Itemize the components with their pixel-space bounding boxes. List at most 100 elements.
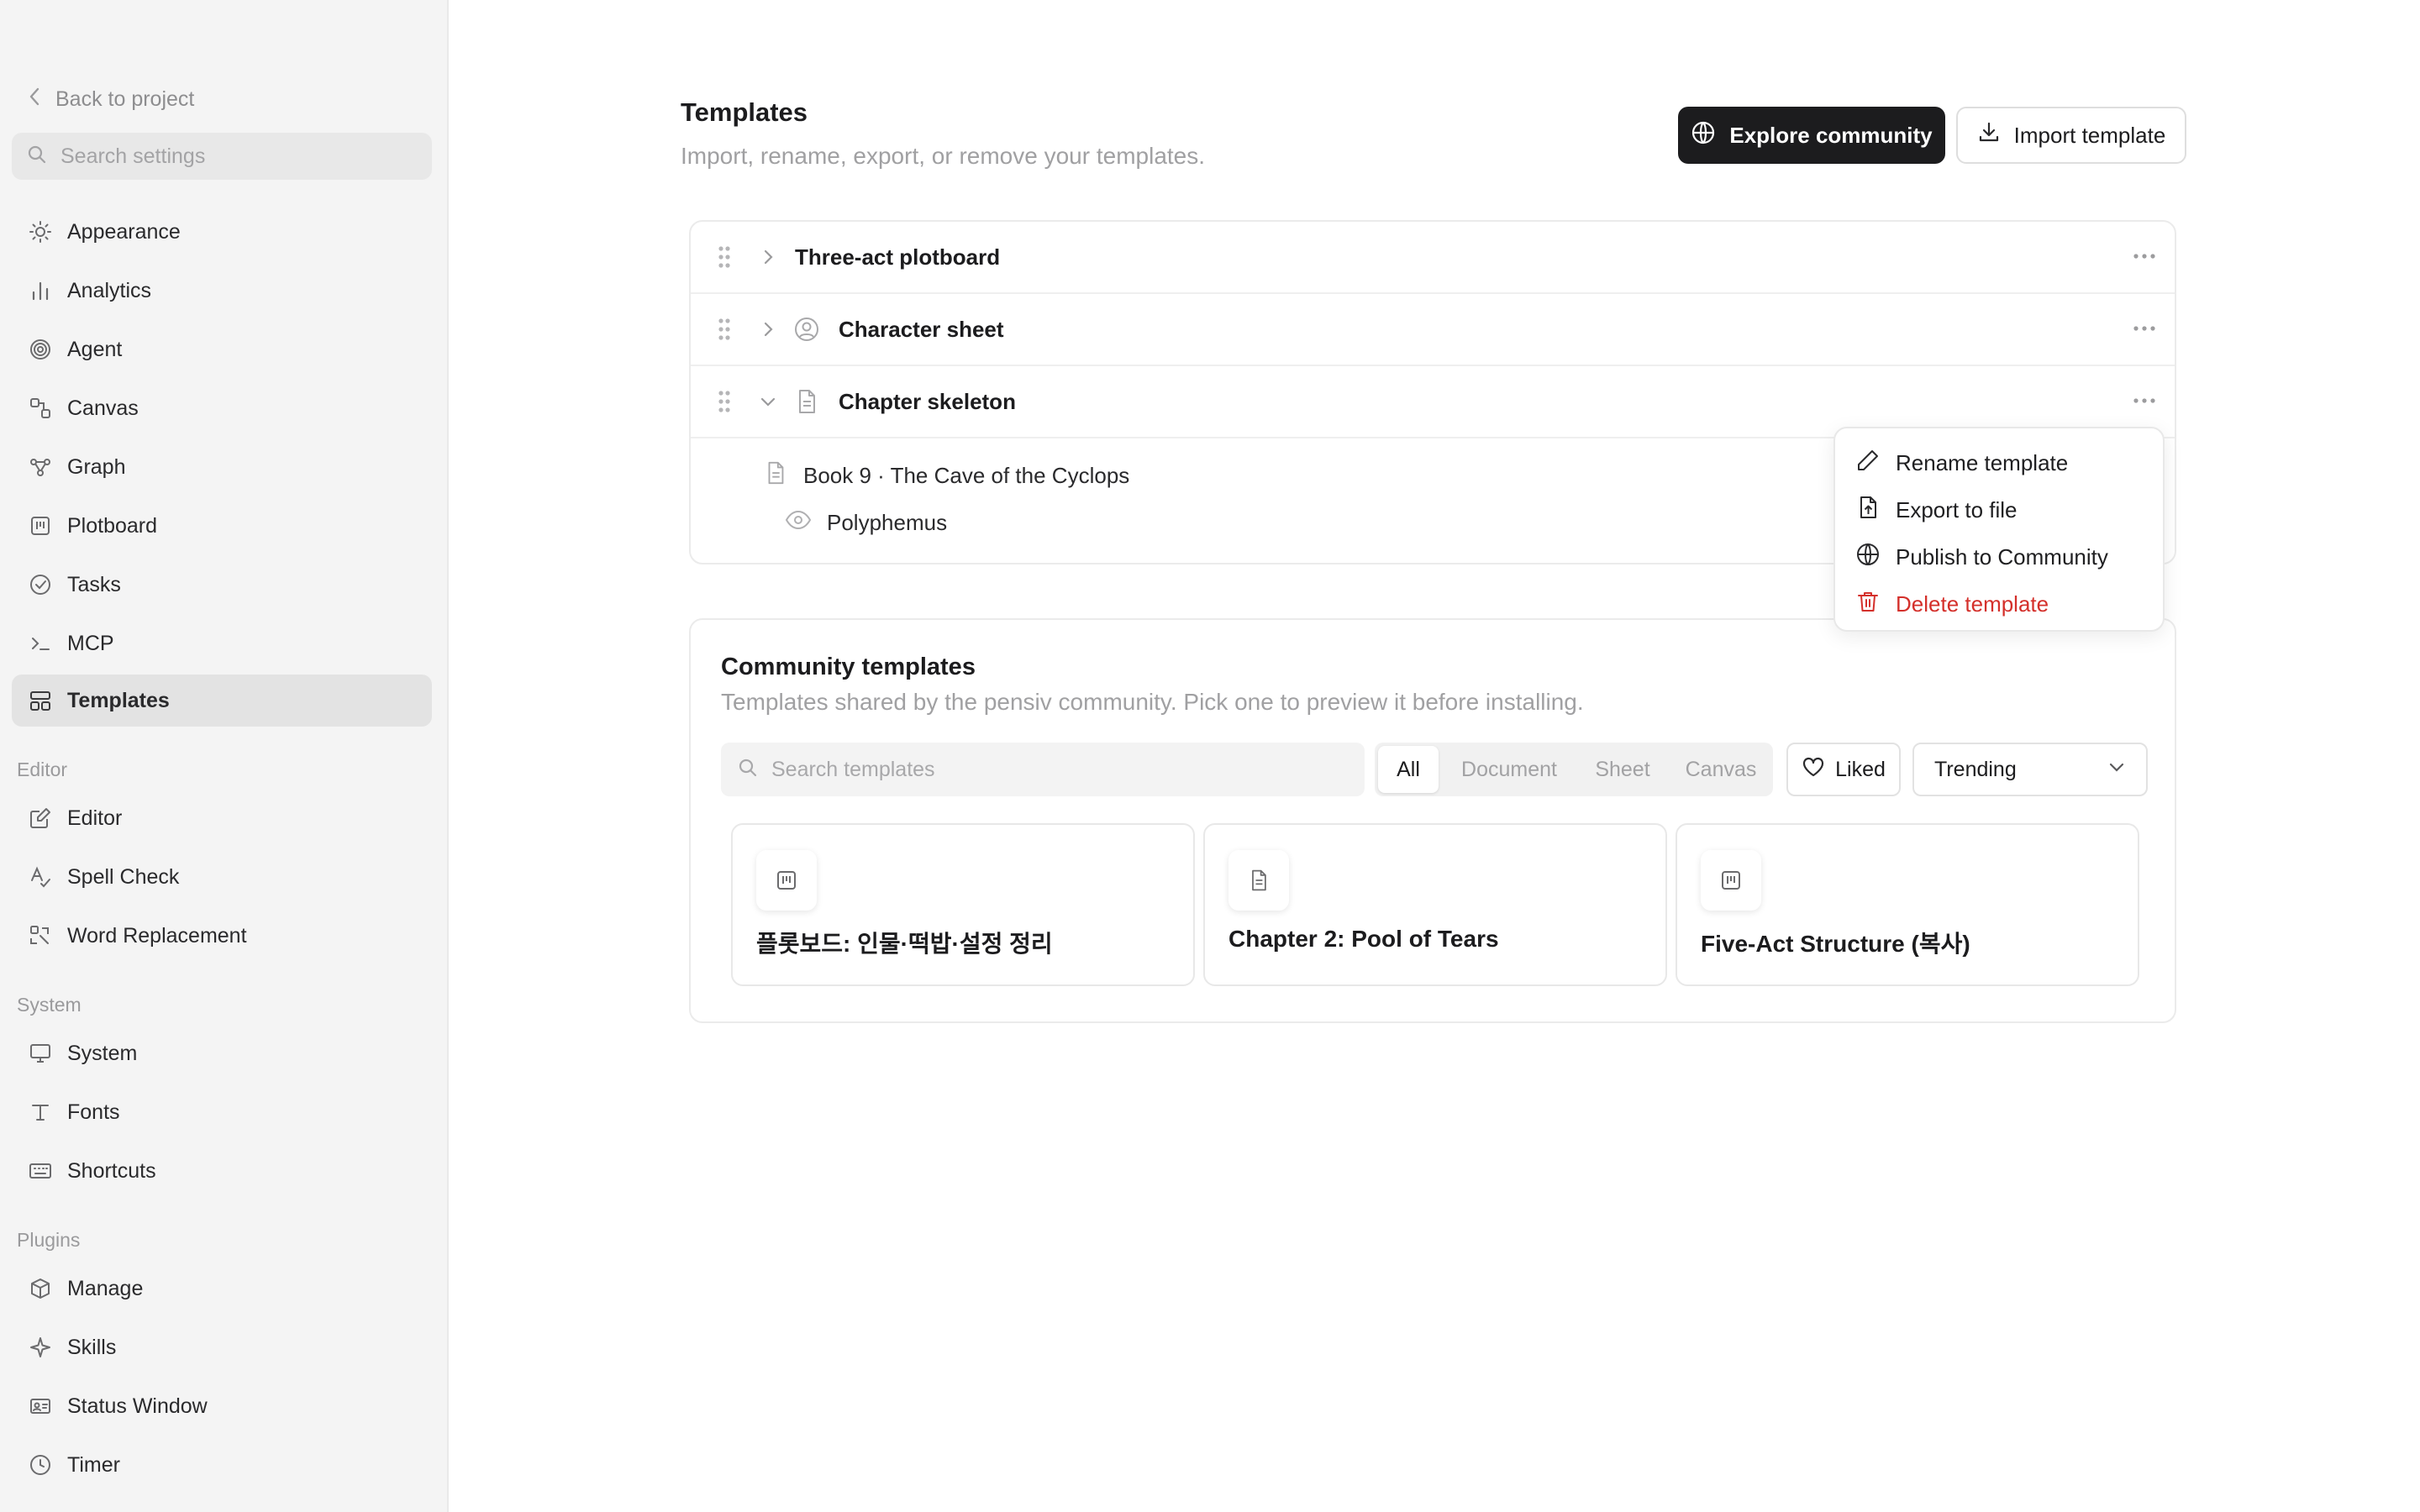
section-heading-plugins: Plugins — [17, 1229, 81, 1251]
sidebar-item-shortcuts[interactable]: Shortcuts — [12, 1145, 432, 1197]
plotboard-icon — [756, 850, 817, 911]
sidebar-item-label: Tasks — [67, 572, 121, 596]
settings-search[interactable] — [12, 133, 432, 180]
sidebar-item-label: Plotboard — [67, 513, 158, 538]
menu-item-delete[interactable]: Delete template — [1850, 581, 2149, 627]
edit-icon — [27, 805, 54, 832]
community-title: Community templates — [721, 654, 976, 680]
globe-icon — [1855, 542, 1881, 573]
template-child-item[interactable]: Polyphemus — [785, 507, 947, 538]
sidebar-item-templates[interactable]: Templates — [12, 675, 432, 727]
more-options-icon[interactable] — [2133, 316, 2156, 345]
child-item-label: Polyphemus — [827, 510, 948, 535]
bar-chart-icon — [27, 277, 54, 304]
template-child-item[interactable]: Book 9 · The Cave of the Cyclops — [763, 460, 1129, 491]
page-title: Templates — [681, 97, 808, 127]
sun-icon — [27, 218, 54, 245]
section-heading-editor: Editor — [17, 759, 68, 780]
search-icon — [27, 144, 47, 169]
terminal-icon — [27, 630, 54, 657]
sidebar-item-analytics[interactable]: Analytics — [12, 265, 432, 317]
drag-handle-icon[interactable] — [718, 245, 731, 273]
sidebar-item-timer[interactable]: Timer — [12, 1439, 432, 1491]
settings-search-input[interactable] — [59, 143, 415, 170]
more-options-icon[interactable] — [2133, 388, 2156, 417]
sidebar-item-canvas[interactable]: Canvas — [12, 382, 432, 434]
plotboard-icon — [27, 512, 54, 539]
community-template-card[interactable]: 플롯보드: 인물·떡밥·설정 정리 — [731, 823, 1195, 986]
document-icon — [793, 388, 820, 419]
sidebar-item-fonts[interactable]: Fonts — [12, 1086, 432, 1138]
download-icon — [1977, 121, 2001, 150]
templates-icon — [27, 687, 54, 714]
check-circle-icon — [27, 571, 54, 598]
sidebar-item-mcp[interactable]: MCP — [12, 617, 432, 669]
sidebar-item-label: System — [67, 1041, 138, 1065]
clock-icon — [27, 1452, 54, 1478]
community-search[interactable] — [721, 743, 1365, 796]
template-name: Chapter skeleton — [839, 388, 1016, 414]
sidebar-item-label: Spell Check — [67, 864, 180, 889]
filter-canvas[interactable]: Canvas — [1672, 746, 1770, 793]
sidebar-item-label: Shortcuts — [67, 1158, 156, 1183]
section-heading-system: System — [17, 994, 82, 1016]
community-subtitle: Templates shared by the pensiv community… — [721, 689, 1584, 715]
back-to-project-link[interactable]: Back to project — [29, 82, 194, 116]
sidebar-item-label: Appearance — [67, 219, 181, 244]
liked-label: Liked — [1835, 757, 1886, 781]
community-template-card[interactable]: Five-Act Structure (복사) — [1676, 823, 2139, 986]
filter-document[interactable]: Document — [1445, 746, 1573, 793]
sidebar-item-plotboard[interactable]: Plotboard — [12, 500, 432, 552]
sidebar-item-system[interactable]: System — [12, 1027, 432, 1079]
sidebar-item-label: Timer — [67, 1452, 120, 1477]
menu-item-rename[interactable]: Rename template — [1850, 440, 2149, 486]
drag-handle-icon[interactable] — [718, 318, 731, 345]
keyboard-icon — [27, 1158, 54, 1184]
template-row[interactable]: Three-act plotboard — [691, 222, 2175, 294]
settings-sidebar: Back to project Appearance Analytics Age… — [0, 0, 449, 1512]
category-filter: All Document Sheet Canvas — [1375, 743, 1773, 796]
sidebar-item-appearance[interactable]: Appearance — [12, 206, 432, 258]
sidebar-item-skills[interactable]: Skills — [12, 1321, 432, 1373]
back-label: Back to project — [55, 87, 195, 111]
search-icon — [738, 758, 758, 782]
sidebar-item-graph[interactable]: Graph — [12, 441, 432, 493]
sort-value: Trending — [1934, 757, 2017, 781]
sidebar-item-label: Skills — [67, 1335, 117, 1359]
template-row[interactable]: Character sheet — [691, 294, 2175, 366]
sidebar-item-label: Graph — [67, 454, 126, 479]
menu-item-publish[interactable]: Publish to Community — [1850, 534, 2149, 580]
id-card-icon — [27, 1393, 54, 1420]
import-template-button[interactable]: Import template — [1956, 107, 2186, 164]
sidebar-item-agent[interactable]: Agent — [12, 323, 432, 375]
eye-icon — [785, 507, 812, 538]
sidebar-item-tasks[interactable]: Tasks — [12, 559, 432, 611]
more-options-icon[interactable] — [2133, 244, 2156, 273]
menu-item-label: Delete template — [1896, 591, 2049, 617]
liked-filter-button[interactable]: Liked — [1786, 743, 1901, 796]
sidebar-item-manage[interactable]: Manage — [12, 1263, 432, 1315]
sort-select[interactable]: Trending — [1912, 743, 2148, 796]
card-title: Five-Act Structure (복사) — [1701, 931, 1970, 957]
community-template-card[interactable]: Chapter 2: Pool of Tears — [1203, 823, 1667, 986]
sidebar-item-editor[interactable]: Editor — [12, 792, 432, 844]
community-search-input[interactable] — [770, 756, 1344, 783]
chevron-right-icon[interactable] — [758, 319, 778, 344]
menu-item-label: Rename template — [1896, 449, 2069, 475]
chevron-down-icon[interactable] — [758, 391, 778, 416]
sidebar-item-status-window[interactable]: Status Window — [12, 1380, 432, 1432]
spiral-icon — [27, 336, 54, 363]
filter-all[interactable]: All — [1378, 746, 1439, 793]
menu-item-export[interactable]: Export to file — [1850, 487, 2149, 533]
template-name: Three-act plotboard — [795, 244, 1001, 270]
sidebar-item-label: Canvas — [67, 396, 139, 420]
chevron-right-icon[interactable] — [758, 247, 778, 271]
card-title: Chapter 2: Pool of Tears — [1228, 926, 1499, 952]
drag-handle-icon[interactable] — [718, 390, 731, 417]
menu-item-label: Publish to Community — [1896, 543, 2108, 570]
explore-community-button[interactable]: Explore community — [1678, 107, 1945, 164]
filter-sheet[interactable]: Sheet — [1576, 746, 1669, 793]
sidebar-item-word-replacement[interactable]: Word Replacement — [12, 910, 432, 962]
canvas-icon — [27, 395, 54, 422]
sidebar-item-spell-check[interactable]: Spell Check — [12, 851, 432, 903]
